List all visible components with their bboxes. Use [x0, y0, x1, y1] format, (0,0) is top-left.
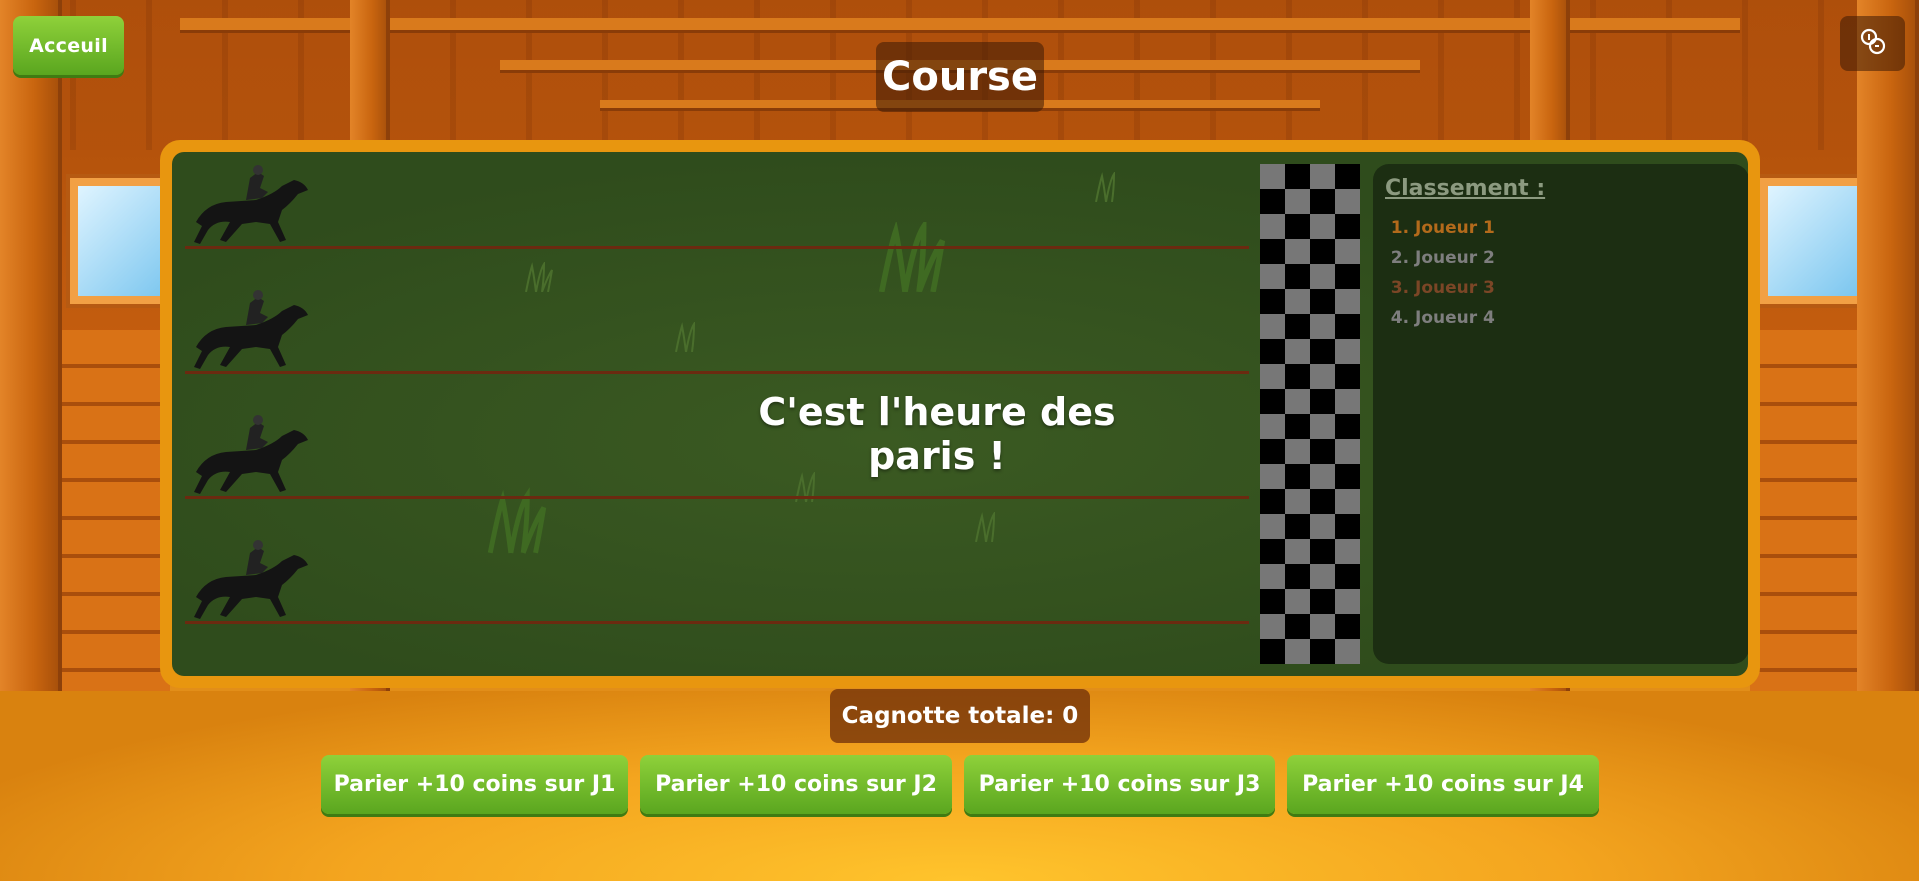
lane-divider: [185, 621, 1249, 624]
horse-jockey-icon: [194, 415, 308, 494]
horse-jockey-icon: [194, 165, 308, 244]
grass-tuft: [675, 322, 696, 352]
betting-message: C'est l'heure des paris !: [758, 390, 1116, 478]
coins-button[interactable]: [1840, 16, 1905, 71]
ranking-item-4: Joueur 4: [1415, 303, 1737, 333]
ranking-panel: Classement : Joueur 1 Joueur 2 Joueur 3 …: [1373, 164, 1748, 664]
lane-divider: [185, 496, 1249, 499]
grass-tuft: [975, 512, 996, 542]
finish-line: [1260, 164, 1360, 664]
bet-button-j4[interactable]: Parier +10 coins sur J4: [1287, 755, 1599, 814]
grass-tuft: [1095, 172, 1116, 202]
grass-tuft: [487, 487, 547, 554]
ranking-item-3: Joueur 3: [1415, 273, 1737, 303]
ranking-item-2: Joueur 2: [1415, 243, 1737, 273]
lane-divider: [185, 371, 1249, 374]
race-board: C'est l'heure des paris ! Classement : J…: [160, 140, 1760, 688]
barn-window-right: [1760, 178, 1866, 304]
total-pot: Cagnotte totale: 0: [830, 689, 1090, 743]
lane-divider: [185, 246, 1249, 249]
page-title: Course: [876, 42, 1044, 112]
race-track: C'est l'heure des paris ! Classement : J…: [172, 152, 1748, 676]
ranking-list: Joueur 1 Joueur 2 Joueur 3 Joueur 4: [1385, 213, 1737, 333]
home-button[interactable]: Acceuil: [13, 16, 124, 75]
horse-jockey-icon: [194, 290, 308, 369]
bet-button-j1[interactable]: Parier +10 coins sur J1: [321, 755, 628, 814]
coins-icon: [1858, 27, 1888, 61]
ranking-item-1: Joueur 1: [1415, 213, 1737, 243]
bet-button-j2[interactable]: Parier +10 coins sur J2: [640, 755, 952, 814]
horse-jockey-icon: [194, 540, 308, 619]
grass-tuft: [878, 222, 946, 292]
bet-button-j3[interactable]: Parier +10 coins sur J3: [964, 755, 1275, 814]
ranking-title: Classement :: [1385, 176, 1546, 201]
roof-beam: [180, 18, 1740, 30]
grass-tuft: [525, 262, 553, 292]
